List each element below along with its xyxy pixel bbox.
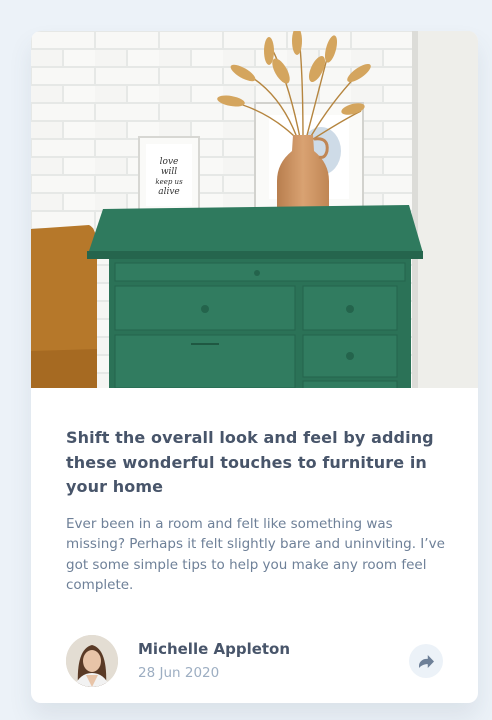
author-row: Michelle Appleton 28 Jun 2020: [66, 635, 444, 687]
avatar: [66, 635, 118, 687]
article-title[interactable]: Shift the overall look and feel by addin…: [66, 426, 446, 500]
svg-text:keep us: keep us: [155, 178, 183, 186]
print-text: love: [160, 157, 179, 167]
share-button[interactable]: [409, 644, 443, 678]
article-illustration: love will keep us alive: [31, 31, 478, 388]
author-name: Michelle Appleton: [138, 640, 291, 658]
svg-text:alive: alive: [158, 187, 180, 197]
svg-text:will: will: [161, 167, 177, 177]
avatar-photo-icon: [66, 635, 118, 687]
share-icon: [418, 654, 434, 668]
article-image: love will keep us alive: [31, 31, 478, 388]
publish-date: 28 Jun 2020: [138, 665, 220, 681]
article-content: Shift the overall look and feel by addin…: [66, 426, 446, 596]
article-card: love will keep us alive Shift the overal…: [31, 31, 478, 703]
article-description: Ever been in a room and felt like someth…: [66, 515, 445, 594]
